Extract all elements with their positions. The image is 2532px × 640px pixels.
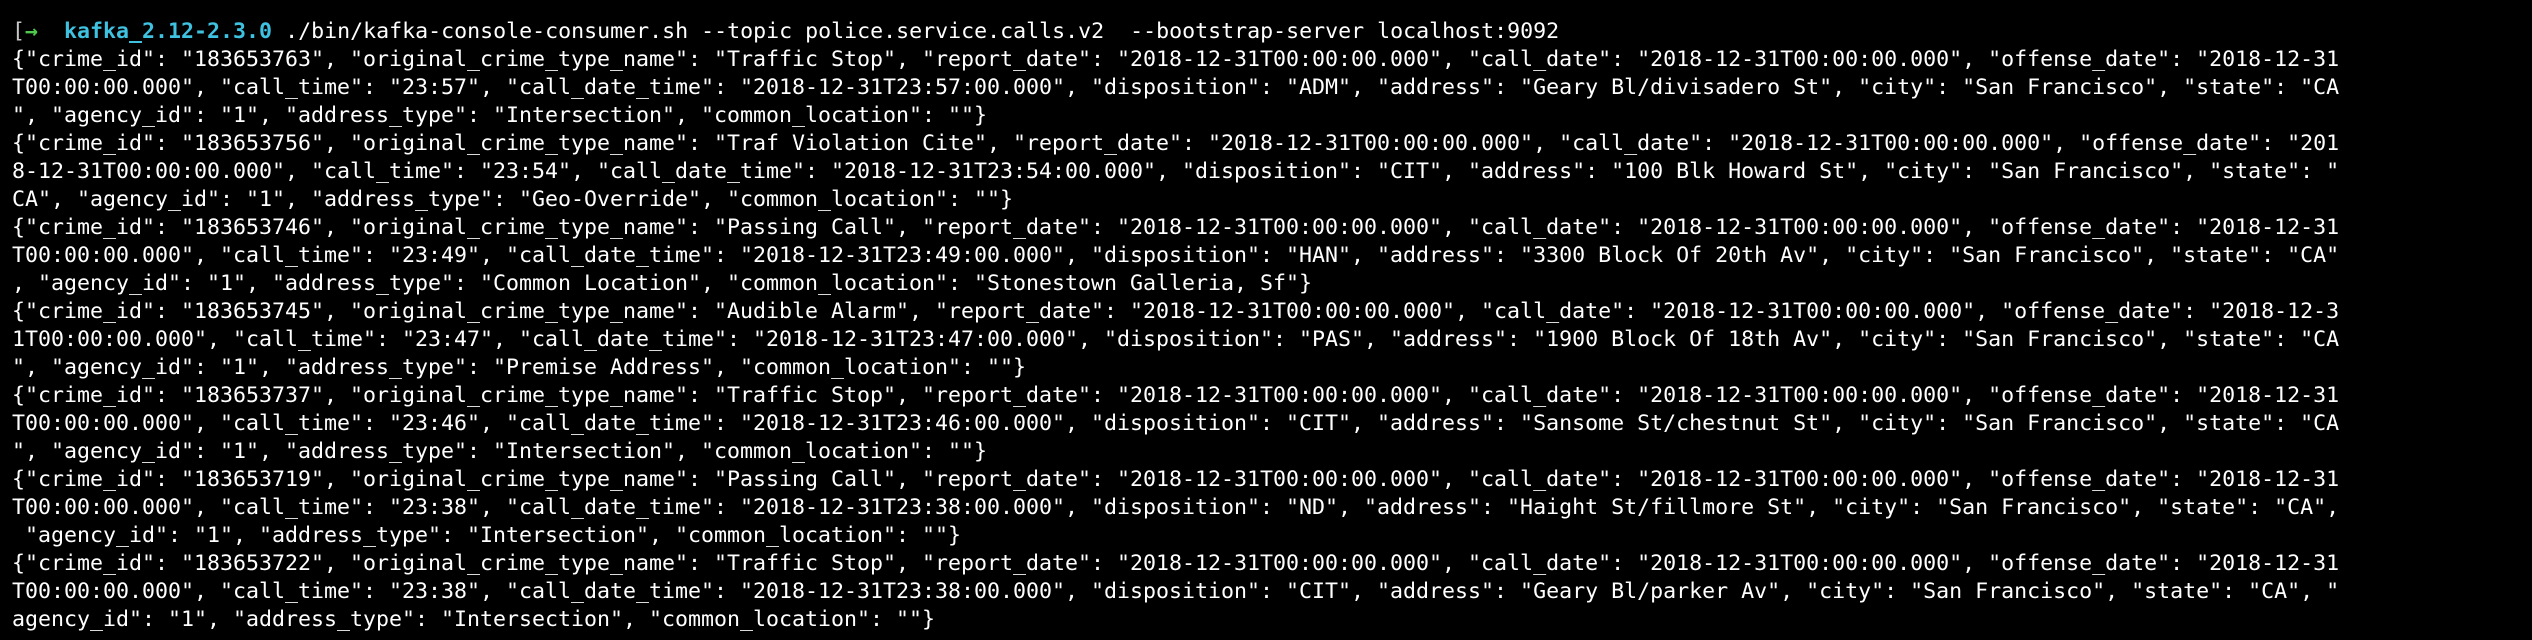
output-line: 1T00:00:00.000", "call_time": "23:47", "… (12, 327, 2340, 352)
output-line: ", "agency_id": "1", "address_type": "Pr… (12, 355, 1027, 380)
output-line: T00:00:00.000", "call_time": "23:46", "c… (12, 411, 2340, 436)
output-line: {"crime_id": "183653719", "original_crim… (12, 467, 2340, 492)
output-line: T00:00:00.000", "call_time": "23:49", "c… (12, 243, 2340, 268)
output-line: {"crime_id": "183653722", "original_crim… (12, 551, 2340, 576)
command-prompt-line: [→ kafka_2.12-2.3.0 ./bin/kafka-console-… (12, 18, 2532, 46)
prompt-arrow-icon: → (25, 19, 39, 44)
output-line: {"crime_id": "183653746", "original_crim… (12, 215, 2340, 240)
output-line: T00:00:00.000", "call_time": "23:38", "c… (12, 579, 2340, 604)
output-line: T00:00:00.000", "call_time": "23:38", "c… (12, 495, 2340, 520)
output-line: , "agency_id": "1", "address_type": "Com… (12, 271, 1313, 296)
command-text: ./bin/kafka-console-consumer.sh --topic … (285, 19, 1560, 44)
prompt-bracket: [ (12, 19, 26, 44)
output-line: {"crime_id": "183653737", "original_crim… (12, 383, 2340, 408)
output-line: {"crime_id": "183653756", "original_crim… (12, 131, 2340, 156)
current-directory: kafka_2.12-2.3.0 (64, 19, 273, 44)
output-line: "agency_id": "1", "address_type": "Inter… (12, 523, 962, 548)
output-line: {"crime_id": "183653763", "original_crim… (12, 47, 2340, 72)
output-line: T00:00:00.000", "call_time": "23:57", "c… (12, 75, 2340, 100)
terminal-window[interactable]: [→ kafka_2.12-2.3.0 ./bin/kafka-console-… (0, 0, 2532, 640)
output-line: ", "agency_id": "1", "address_type": "In… (12, 103, 988, 128)
output-line: agency_id": "1", "address_type": "Inters… (12, 607, 936, 632)
output-line: {"crime_id": "183653745", "original_crim… (12, 299, 2340, 324)
output-line: CA", "agency_id": "1", "address_type": "… (12, 187, 1014, 212)
output-line: ", "agency_id": "1", "address_type": "In… (12, 439, 988, 464)
output-line: 8-12-31T00:00:00.000", "call_time": "23:… (12, 159, 2340, 184)
